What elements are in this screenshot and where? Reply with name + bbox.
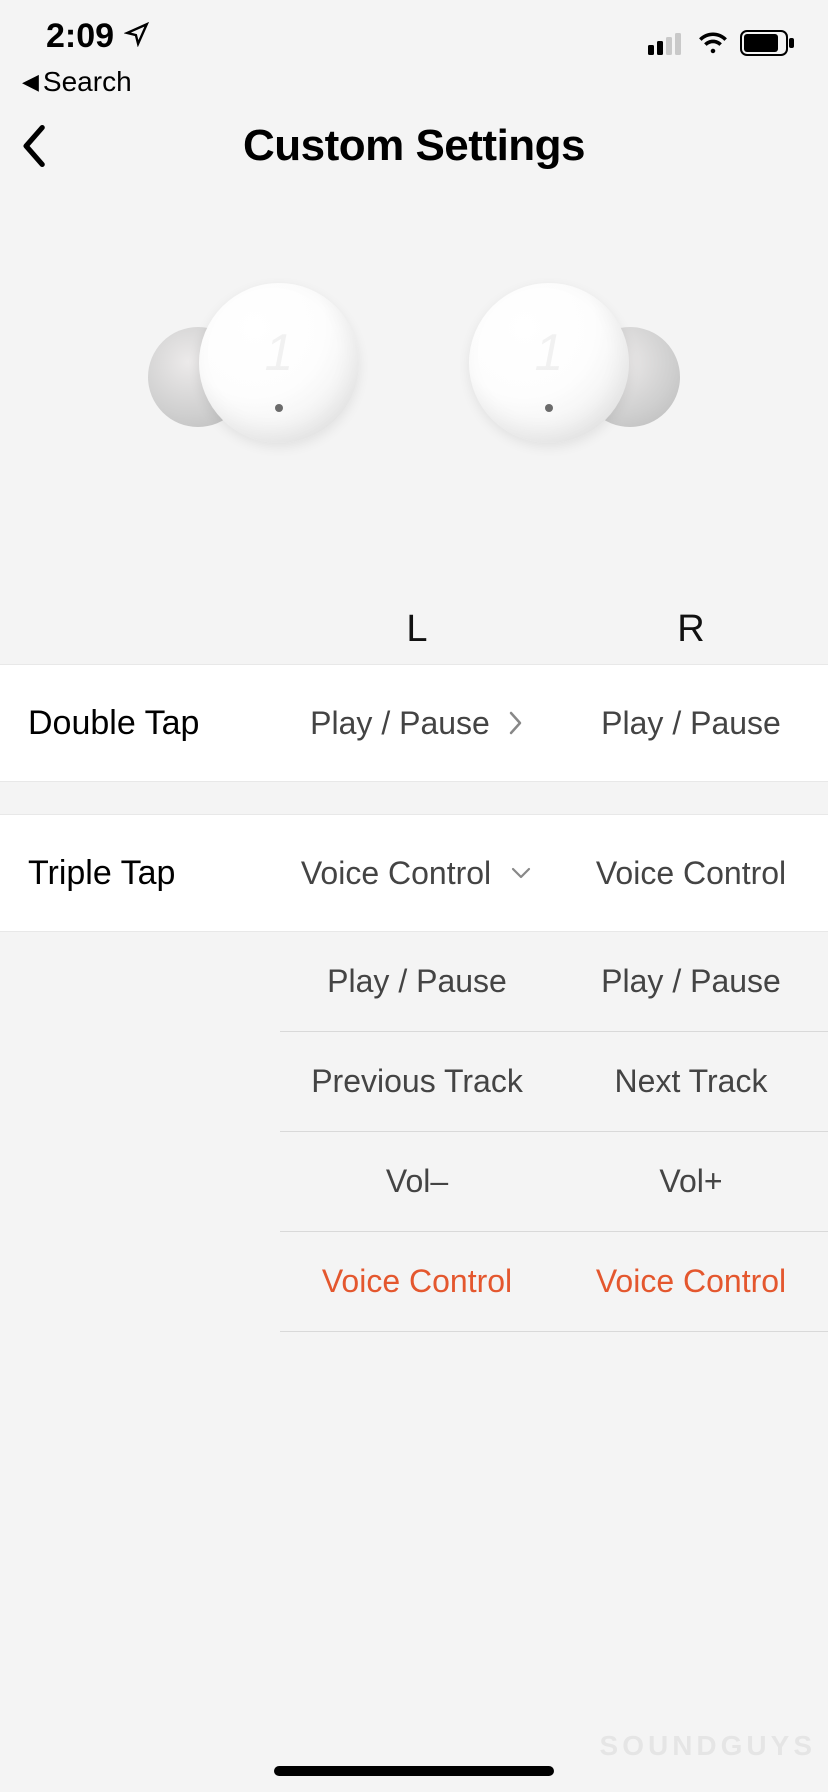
option-left-3[interactable]: Voice Control (280, 1232, 554, 1332)
wifi-icon (696, 31, 730, 55)
chevron-down-icon (509, 865, 533, 881)
earbuds-illustration: 1 1 (0, 194, 828, 554)
option-right-0[interactable]: Play / Pause (554, 932, 828, 1032)
breadcrumb-label: Search (43, 66, 132, 98)
option-right-3[interactable]: Voice Control (554, 1232, 828, 1332)
gesture-label: Triple Tap (0, 854, 280, 893)
value-text: Voice Control (596, 855, 786, 892)
triple-tap-right-value[interactable]: Voice Control (554, 815, 828, 931)
status-time: 2:09 (46, 17, 114, 56)
option-right-1[interactable]: Next Track (554, 1032, 828, 1132)
column-header-right: R (554, 608, 828, 651)
page-title: Custom Settings (0, 121, 828, 171)
breadcrumb-back[interactable]: ◀ Search (0, 56, 828, 98)
back-triangle-icon: ◀ (22, 69, 39, 95)
home-indicator[interactable] (274, 1766, 554, 1776)
location-arrow-icon (124, 17, 150, 56)
triple-tap-left-value[interactable]: Voice Control (280, 815, 554, 931)
status-left: 2:09 (46, 17, 150, 56)
gesture-row-double-tap: Double Tap Play / Pause Play / Pause (0, 664, 828, 782)
status-right (648, 30, 796, 56)
earbud-left-icon: 1 (184, 279, 374, 469)
option-right-2[interactable]: Vol+ (554, 1132, 828, 1232)
double-tap-left-value[interactable]: Play / Pause (280, 665, 554, 781)
options-column-left: Play / Pause Previous Track Vol– Voice C… (280, 932, 554, 1332)
triple-tap-options: Play / Pause Previous Track Vol– Voice C… (0, 932, 828, 1332)
option-left-2[interactable]: Vol– (280, 1132, 554, 1232)
gesture-row-triple-tap: Triple Tap Voice Control Voice Control (0, 814, 828, 932)
gesture-label: Double Tap (0, 704, 280, 743)
options-column-right: Play / Pause Next Track Vol+ Voice Contr… (554, 932, 828, 1332)
chevron-right-icon (508, 710, 524, 736)
column-header-left: L (280, 608, 554, 651)
value-text: Play / Pause (601, 705, 781, 742)
column-headers: L R (0, 554, 828, 664)
page-header: Custom Settings (0, 98, 828, 194)
status-bar: 2:09 (0, 0, 828, 56)
value-text: Voice Control (301, 855, 491, 892)
value-text: Play / Pause (310, 705, 490, 742)
battery-icon (740, 30, 796, 56)
double-tap-right-value[interactable]: Play / Pause (554, 665, 828, 781)
cellular-signal-icon (648, 31, 686, 55)
option-left-0[interactable]: Play / Pause (280, 932, 554, 1032)
watermark: SOUNDGUYS (600, 1730, 816, 1762)
option-left-1[interactable]: Previous Track (280, 1032, 554, 1132)
earbud-right-icon: 1 (454, 279, 644, 469)
